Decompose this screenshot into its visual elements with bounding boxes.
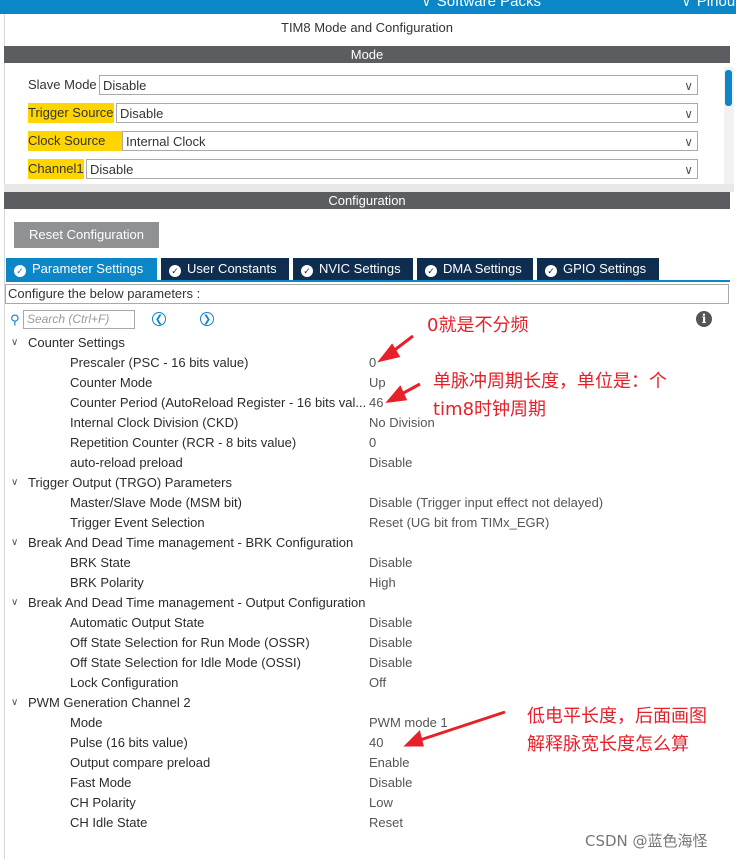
watermark: CSDN @蓝色海怪: [585, 832, 708, 850]
arrow-period-head: [385, 385, 408, 403]
arrow-pulse-head: [403, 730, 424, 747]
arrow-pulse: [416, 710, 506, 743]
annotation-arrows: [377, 334, 506, 747]
